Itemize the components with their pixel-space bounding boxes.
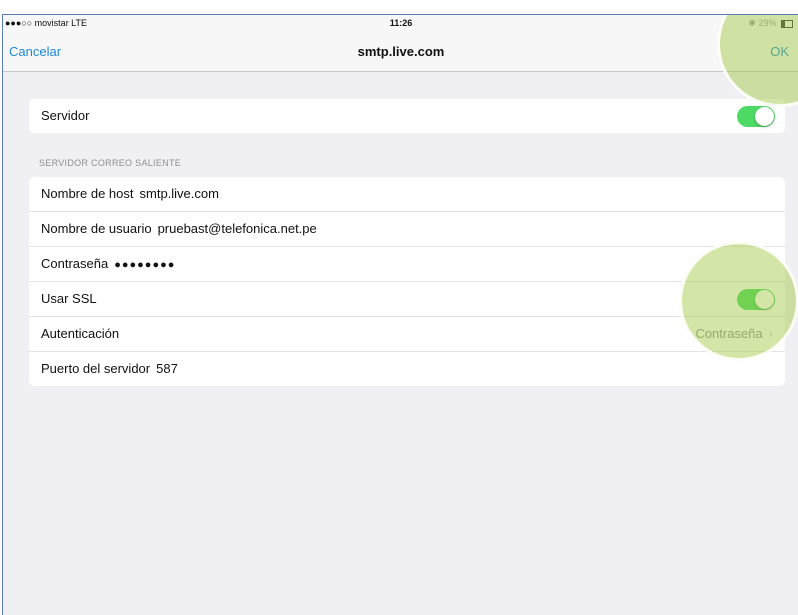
ssl-label: Usar SSL <box>41 291 97 306</box>
username-value[interactable]: pruebast@telefonica.net.pe <box>158 221 317 236</box>
status-right: ✱ 29% <box>748 18 793 29</box>
battery-icon <box>781 19 793 28</box>
ssl-row: Usar SSL <box>29 282 785 317</box>
authentication-row[interactable]: Autenticación Contraseña › <box>29 317 785 352</box>
bluetooth-icon: ✱ <box>748 18 756 28</box>
password-value[interactable]: ●●●●●●●● <box>114 259 175 271</box>
password-row[interactable]: Contraseña ●●●●●●●● <box>29 247 785 282</box>
port-value[interactable]: 587 <box>156 361 178 376</box>
hostname-value[interactable]: smtp.live.com <box>140 186 219 201</box>
server-toggle[interactable] <box>737 106 775 127</box>
ssl-toggle[interactable] <box>737 289 775 310</box>
port-row[interactable]: Puerto del servidor 587 <box>29 352 785 386</box>
server-row: Servidor <box>29 99 785 133</box>
battery-percent: 29% <box>758 18 777 28</box>
hostname-row[interactable]: Nombre de host smtp.live.com <box>29 177 785 212</box>
chevron-right-icon: › <box>768 326 773 341</box>
authentication-value: Contraseña <box>695 326 763 341</box>
server-group: Servidor <box>29 99 785 133</box>
section-header: SERVIDOR CORREO SALIENTE <box>39 158 182 168</box>
navigation-bar: Cancelar smtp.live.com OK <box>3 31 798 72</box>
device-screen: ●●●○○ movistar LTE 11:26 ✱ 29% Cancelar … <box>2 14 798 615</box>
server-label: Servidor <box>41 108 90 123</box>
password-label: Contraseña <box>41 256 109 271</box>
clock: 11:26 <box>389 18 413 28</box>
status-bar: ●●●○○ movistar LTE 11:26 ✱ 29% <box>3 15 798 31</box>
port-label: Puerto del servidor <box>41 361 151 376</box>
username-label: Nombre de usuario <box>41 221 152 236</box>
page-title: smtp.live.com <box>357 44 445 59</box>
username-row[interactable]: Nombre de usuario pruebast@telefonica.net… <box>29 212 785 247</box>
hostname-label: Nombre de host <box>41 186 134 201</box>
outgoing-server-group: Nombre de host smtp.live.com Nombre de us… <box>29 177 785 386</box>
ok-button[interactable]: OK <box>770 44 789 59</box>
authentication-label: Autenticación <box>41 326 120 341</box>
authentication-detail[interactable]: Contraseña › <box>695 317 773 351</box>
